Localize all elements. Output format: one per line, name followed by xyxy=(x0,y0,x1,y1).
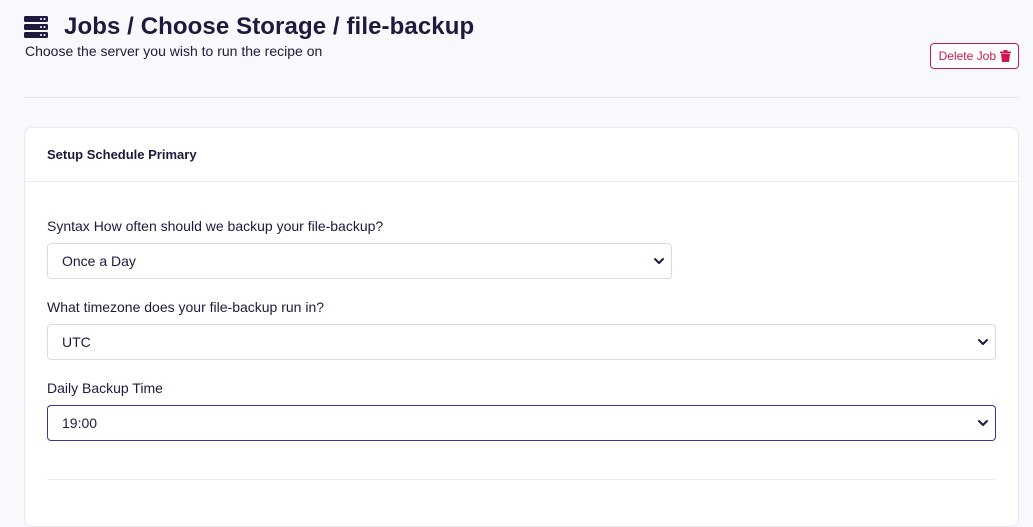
frequency-label: Syntax How often should we backup your f… xyxy=(47,218,384,234)
chevron-down-icon xyxy=(653,255,665,267)
page-header: Jobs / Choose Storage / file-backup Choo… xyxy=(24,12,1019,72)
frequency-field: Syntax How often should we backup your f… xyxy=(47,218,996,279)
card-footer-divider xyxy=(47,479,996,480)
delete-job-label: Delete Job xyxy=(938,49,996,63)
backup-time-field: Daily Backup Time 19:00 xyxy=(47,380,996,441)
backup-time-select[interactable]: 19:00 xyxy=(47,405,996,441)
page-subtitle: Choose the server you wish to run the re… xyxy=(25,43,323,59)
timezone-field: What timezone does your file-backup run … xyxy=(47,299,996,360)
title-row: Jobs / Choose Storage / file-backup xyxy=(24,12,1019,42)
server-icon xyxy=(24,15,48,39)
frequency-select[interactable]: Once a Day xyxy=(47,243,672,279)
timezone-select[interactable]: UTC xyxy=(47,324,996,360)
card-body: Syntax How often should we backup your f… xyxy=(25,182,1018,441)
schedule-card: Setup Schedule Primary Syntax How often … xyxy=(24,127,1019,527)
card-header: Setup Schedule Primary xyxy=(25,128,1018,182)
delete-job-button[interactable]: Delete Job xyxy=(929,43,1019,69)
backup-time-value: 19:00 xyxy=(62,415,98,431)
timezone-value: UTC xyxy=(62,334,91,350)
backup-time-label: Daily Backup Time xyxy=(47,380,163,396)
timezone-label: What timezone does your file-backup run … xyxy=(47,299,325,315)
chevron-down-icon xyxy=(977,336,989,348)
trash-icon xyxy=(1000,50,1011,62)
header-divider xyxy=(24,97,1019,98)
page-title: Jobs / Choose Storage / file-backup xyxy=(64,13,475,40)
card-title: Setup Schedule Primary xyxy=(47,147,197,162)
frequency-value: Once a Day xyxy=(62,253,136,269)
chevron-down-icon xyxy=(977,417,989,429)
